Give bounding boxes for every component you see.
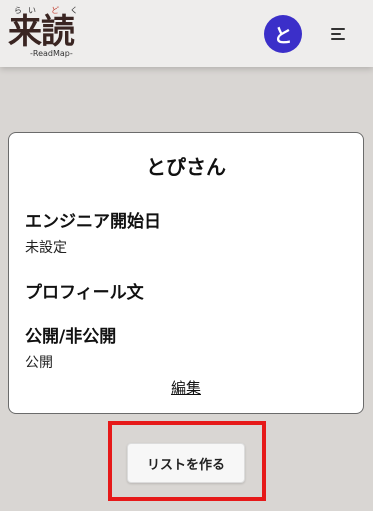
profile-card: とぴさん エンジニア開始日 未設定 プロフィール文 公開/非公開 公開 編集: [8, 132, 364, 414]
menu-line-top: [331, 28, 345, 30]
logo-text: 来読: [8, 12, 75, 52]
engineer-start-label: エンジニア開始日: [25, 212, 161, 232]
user-avatar[interactable]: と: [264, 15, 302, 53]
hamburger-icon[interactable]: [326, 22, 350, 46]
menu-line-middle: [331, 33, 341, 35]
app-logo[interactable]: ら い ど く 来読 -ReadMap-: [8, 6, 88, 60]
bio-label: プロフィール文: [25, 283, 144, 303]
app-header: ら い ど く 来読 -ReadMap- と: [0, 0, 373, 67]
edit-profile-link[interactable]: 編集: [9, 377, 363, 398]
visibility-value: 公開: [25, 355, 53, 371]
profile-name: とぴさん: [146, 155, 226, 179]
visibility-label: 公開/非公開: [25, 327, 117, 347]
menu-line-bottom: [331, 38, 345, 40]
engineer-start-value: 未設定: [25, 240, 67, 256]
logo-subtitle: -ReadMap-: [30, 49, 73, 58]
create-list-button[interactable]: リストを作る: [127, 443, 245, 483]
